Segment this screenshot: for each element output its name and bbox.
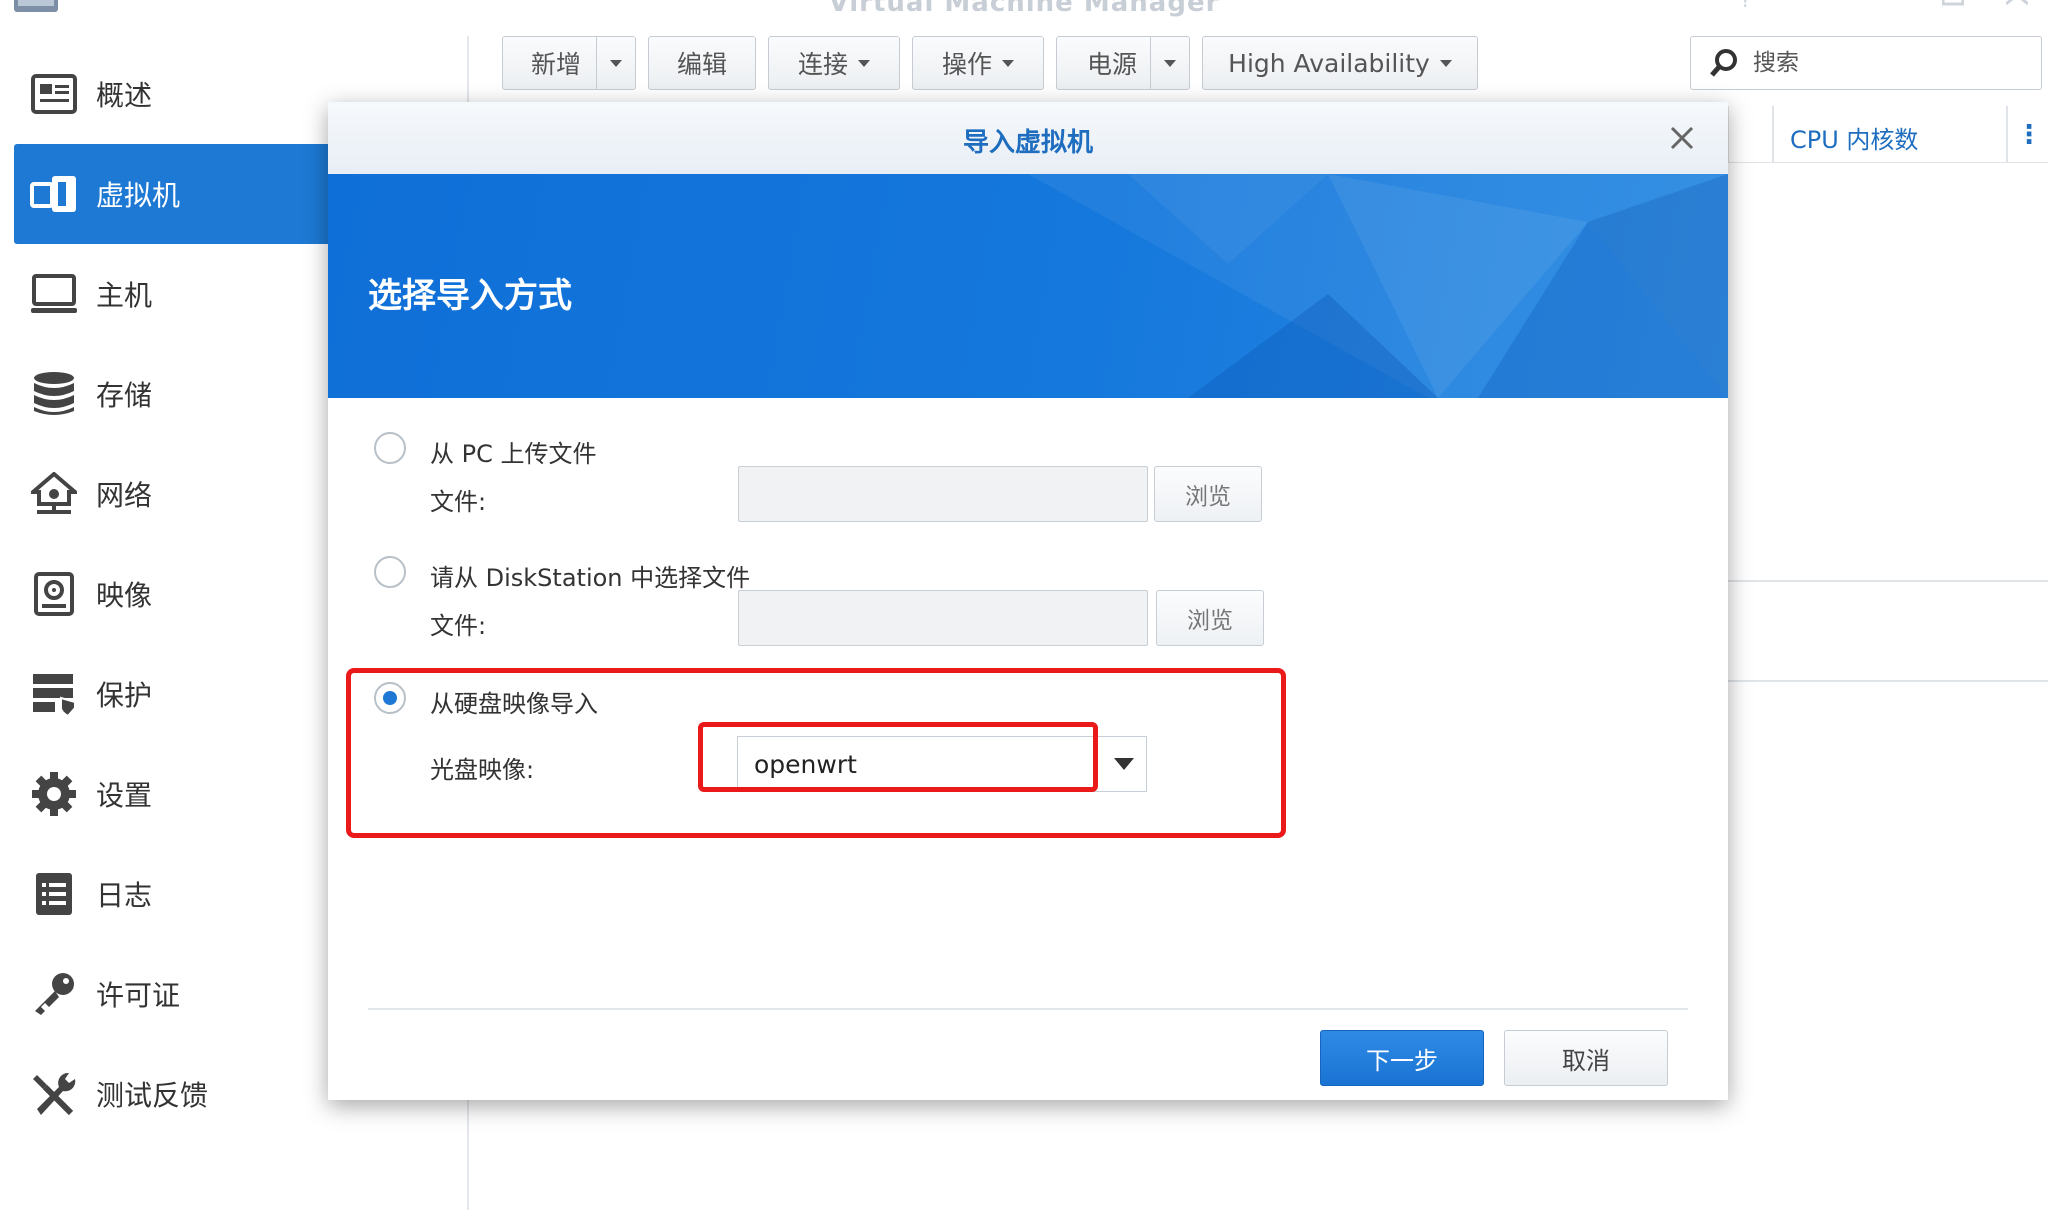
power-button[interactable]: 电源 bbox=[1056, 36, 1190, 90]
chevron-down-icon bbox=[610, 59, 622, 67]
protection-icon bbox=[26, 666, 82, 722]
sidebar-item-label: 网络 bbox=[96, 479, 153, 512]
image-icon bbox=[26, 566, 82, 622]
next-button[interactable]: 下一步 bbox=[1320, 1030, 1484, 1086]
browse-button-diskstation[interactable]: 浏览 bbox=[1156, 590, 1264, 646]
chevron-down-icon bbox=[858, 59, 870, 67]
high-availability-button[interactable]: High Availability bbox=[1202, 36, 1478, 90]
tools-icon bbox=[26, 1066, 82, 1122]
maximize-icon[interactable] bbox=[1941, 0, 1965, 8]
file-label: 文件: bbox=[430, 612, 487, 640]
host-icon bbox=[26, 266, 82, 322]
sidebar-item-label: 映像 bbox=[96, 579, 153, 612]
banner-title: 选择导入方式 bbox=[368, 276, 572, 316]
edit-button-label: 编辑 bbox=[676, 50, 727, 79]
sidebar-item-label: 设置 bbox=[96, 779, 153, 812]
column-divider bbox=[2006, 106, 2008, 162]
chevron-down-icon bbox=[1164, 59, 1176, 67]
option-label-diskstation: 请从 DiskStation 中选择文件 bbox=[430, 564, 751, 592]
sidebar-item-label: 概述 bbox=[96, 79, 153, 112]
pc-file-field[interactable] bbox=[738, 466, 1148, 522]
minimize-icon[interactable] bbox=[1878, 0, 1900, 8]
help-icon[interactable]: ? bbox=[1740, 0, 1762, 12]
dialog-banner: 选择导入方式 bbox=[328, 174, 1728, 398]
search-box[interactable] bbox=[1690, 36, 2042, 90]
search-input[interactable] bbox=[1751, 49, 2015, 77]
chevron-down-icon bbox=[1439, 59, 1452, 67]
storage-icon bbox=[26, 366, 82, 422]
power-dropdown-toggle[interactable] bbox=[1150, 37, 1189, 89]
option-label-pc: 从 PC 上传文件 bbox=[430, 440, 597, 468]
column-menu-icon[interactable]: ⋮ bbox=[2016, 120, 2042, 150]
sidebar-item-label: 主机 bbox=[96, 279, 153, 312]
sidebar-item-label: 许可证 bbox=[96, 979, 181, 1012]
connect-button[interactable]: 连接 bbox=[768, 36, 900, 90]
create-dropdown-toggle[interactable] bbox=[596, 37, 635, 89]
sidebar-item-label: 存储 bbox=[96, 379, 153, 412]
dialog-footer-divider bbox=[368, 1008, 1688, 1010]
create-button-label: 新增 bbox=[531, 50, 582, 79]
cancel-button-label: 取消 bbox=[1562, 1046, 1610, 1075]
dialog-title: 导入虚拟机 bbox=[962, 128, 1093, 158]
radio-from-diskstation[interactable] bbox=[374, 556, 406, 588]
log-icon bbox=[26, 866, 82, 922]
browse-button-label: 浏览 bbox=[1187, 608, 1233, 634]
close-icon[interactable] bbox=[1664, 120, 1700, 156]
connect-button-label: 连接 bbox=[797, 50, 848, 79]
action-button[interactable]: 操作 bbox=[912, 36, 1044, 90]
sidebar-item-label: 测试反馈 bbox=[96, 1079, 209, 1112]
import-vm-dialog: 导入虚拟机 选择导入方式 从 PC 上传文件 文件: 浏览 请从 DiskSta… bbox=[328, 102, 1728, 1100]
browse-button-pc[interactable]: 浏览 bbox=[1154, 466, 1262, 522]
column-divider bbox=[1772, 106, 1774, 162]
window-title-bar: Virtual Machine Manager ? bbox=[0, 0, 2048, 18]
file-label: 文件: bbox=[430, 488, 487, 516]
power-button-label: 电源 bbox=[1087, 50, 1138, 79]
browse-button-label: 浏览 bbox=[1185, 484, 1231, 510]
sidebar-item-label: 保护 bbox=[96, 679, 153, 712]
sidebar-item-label: 虚拟机 bbox=[96, 179, 181, 212]
diskstation-file-field[interactable] bbox=[738, 590, 1148, 646]
overview-icon bbox=[26, 66, 82, 122]
list-row-divider bbox=[1728, 580, 2048, 582]
sidebar-item-label: 日志 bbox=[96, 879, 153, 912]
network-icon bbox=[26, 466, 82, 522]
edit-button[interactable]: 编辑 bbox=[648, 36, 756, 90]
chevron-down-icon bbox=[1002, 59, 1014, 67]
close-window-icon[interactable] bbox=[2005, 0, 2029, 8]
radio-upload-from-pc[interactable] bbox=[374, 432, 406, 464]
list-row-divider bbox=[1728, 680, 2048, 682]
high-availability-button-label: High Availability bbox=[1228, 48, 1430, 78]
action-button-label: 操作 bbox=[941, 50, 992, 79]
search-icon bbox=[1709, 48, 1739, 78]
key-icon bbox=[26, 966, 82, 1022]
column-header-cpu[interactable]: CPU 内核数 bbox=[1790, 120, 1918, 155]
virtual-machine-icon bbox=[26, 166, 82, 222]
cancel-button[interactable]: 取消 bbox=[1504, 1030, 1668, 1086]
highlight-box-inner bbox=[698, 722, 1098, 792]
gear-icon bbox=[26, 766, 82, 822]
create-button[interactable]: 新增 bbox=[502, 36, 636, 90]
next-button-label: 下一步 bbox=[1366, 1046, 1438, 1075]
